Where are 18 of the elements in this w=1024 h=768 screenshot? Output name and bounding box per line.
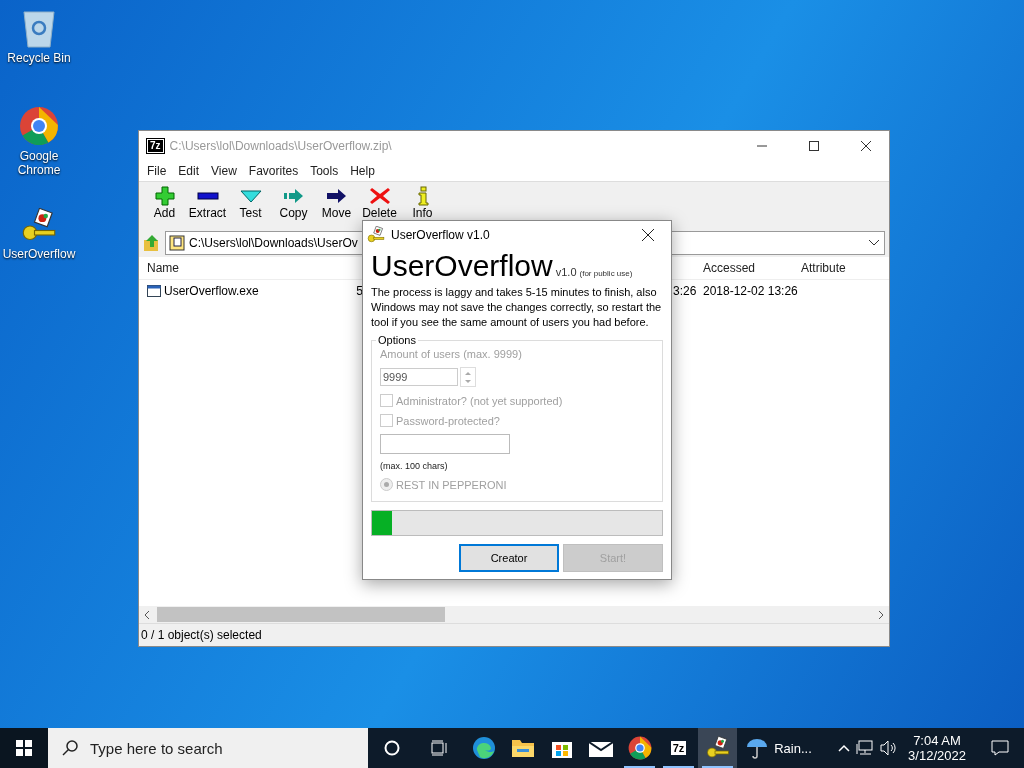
note-text: (for public use) [579, 269, 633, 278]
table-cell-text: 3:26 [673, 284, 698, 298]
app-logo: 7z [147, 139, 164, 153]
window-title: C:\Users\lol\Downloads\UserOverflow.zip\ [169, 139, 393, 153]
field-label: Amount of users (max. 9999) [380, 348, 523, 360]
radio-label: REST IN PEPPERONI [396, 478, 507, 491]
hint-text: (max. 100 chars) [380, 461, 449, 471]
dialog-title: UserOverflow v1.0 [391, 228, 491, 242]
checkbox-label: Administrator? (not yet supported) [396, 394, 563, 407]
table-cell-text: 5 [355, 284, 363, 298]
sevenzip-icon: 7z [670, 741, 687, 755]
app-heading: UserOverflow [371, 249, 553, 283]
status-text: 0 / 1 object(s) selected [141, 628, 262, 642]
message-text: The process is laggy and takes 5-15 minutes to finish, also Windows may not save the changes correctly, so restart the tool if you see the same amount of users you had before. [371, 285, 663, 330]
group-label: Options [377, 334, 417, 346]
checkbox-label: Password-protected? [396, 414, 500, 427]
table-cell-text: 2018-12-02 13:26 [703, 284, 799, 298]
version-text: v1.0 [555, 266, 577, 278]
